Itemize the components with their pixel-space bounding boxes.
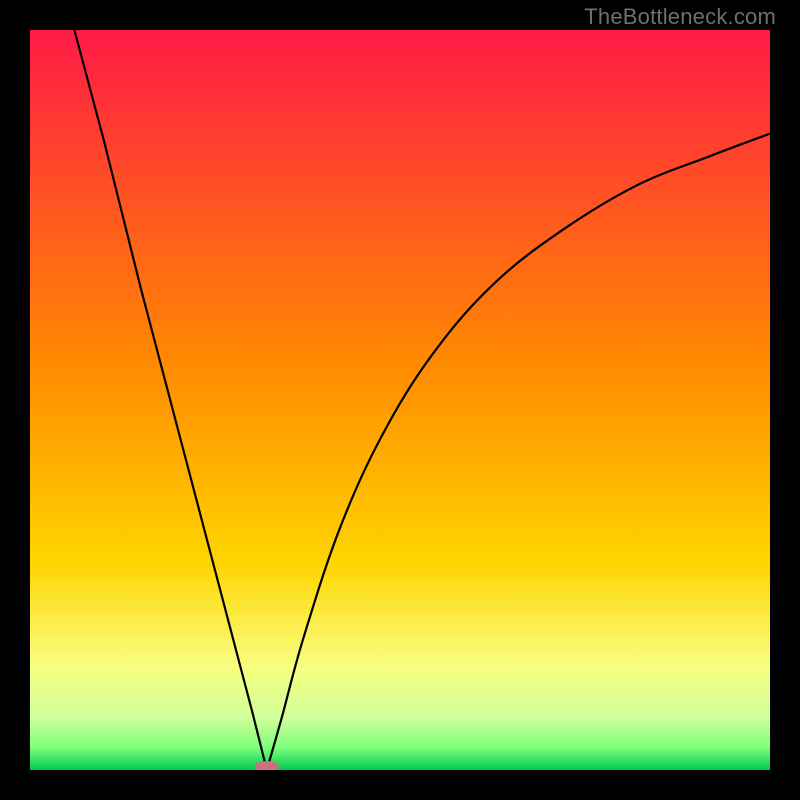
chart-svg: [30, 30, 770, 770]
gradient-background: [30, 30, 770, 770]
plot-area: [30, 30, 770, 770]
watermark-text: TheBottleneck.com: [584, 4, 776, 30]
chart-frame: TheBottleneck.com: [0, 0, 800, 800]
